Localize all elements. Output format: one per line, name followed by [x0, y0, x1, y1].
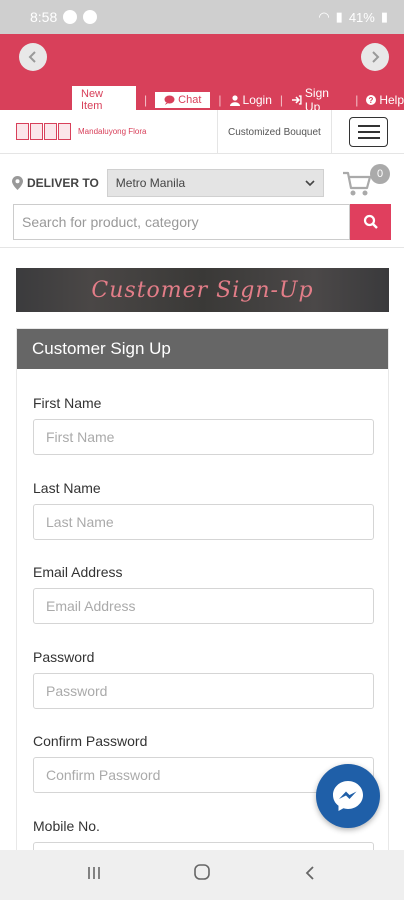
chevron-down-icon [305, 179, 315, 186]
search-bar: Search for product, category [13, 204, 391, 240]
help-link[interactable]: ? Help [366, 93, 404, 107]
logo-icon [16, 123, 72, 140]
prev-arrow-button[interactable] [19, 43, 47, 71]
home-icon [194, 864, 210, 880]
signal-icon: ▮ [335, 9, 343, 24]
password-input[interactable]: Password [33, 673, 374, 709]
sign-in-icon [292, 95, 302, 105]
logo-row: Mandaluyong Flora Customized Bouquet [0, 110, 404, 154]
recent-apps-icon [88, 866, 100, 879]
cart-icon [343, 171, 372, 196]
system-nav-bar [0, 850, 404, 900]
status-bar: 8:58 ◠ ▮ 41% ▮ [0, 0, 404, 34]
cart-button[interactable]: 0 [342, 164, 390, 198]
menu-line-icon [357, 125, 380, 127]
wifi-icon: ◠ [318, 9, 330, 24]
menu-line-icon [357, 131, 380, 133]
email-input[interactable]: Email Address [33, 588, 374, 624]
mobile-label: Mobile No. [33, 818, 100, 834]
email-label: Email Address [33, 564, 123, 580]
site-logo[interactable]: Mandaluyong Flora [16, 123, 146, 140]
messenger-chat-button[interactable] [316, 764, 380, 828]
menu-line-icon [357, 137, 380, 139]
chevron-right-icon [372, 51, 380, 63]
next-arrow-button[interactable] [361, 43, 389, 71]
first-name-label: First Name [33, 395, 102, 411]
banner-text: Customer Sign-Up [91, 277, 314, 303]
divider: | [218, 93, 222, 107]
recent-apps-button[interactable] [74, 864, 114, 887]
search-button[interactable] [350, 204, 391, 240]
password-field-group: Password Password [33, 649, 374, 709]
messenger-icon [333, 781, 363, 811]
back-button[interactable] [290, 864, 330, 887]
header-divider [0, 247, 404, 248]
svg-text:?: ? [369, 96, 374, 105]
location-select[interactable]: Metro Manila [106, 169, 324, 197]
deliver-to-label: DELIVER TO [27, 176, 99, 190]
last-name-label: Last Name [33, 480, 101, 496]
map-pin-icon [12, 176, 23, 190]
notification-icon [63, 10, 78, 24]
user-icon [229, 94, 240, 106]
back-icon [305, 865, 314, 880]
battery-icon: ▮ [380, 9, 388, 24]
divider: | [279, 93, 284, 107]
login-link[interactable]: Login [229, 93, 272, 107]
last-name-input[interactable]: Last Name [33, 504, 374, 540]
first-name-input[interactable]: First Name [33, 419, 374, 455]
cart-count-badge: 0 [370, 164, 390, 184]
question-icon: ? [366, 95, 377, 105]
divider: | [355, 93, 359, 107]
top-bar: New Item | Chat | Login | Sign Up | ? He… [0, 34, 404, 114]
deliver-to-row: DELIVER TO Metro Manila 0 [12, 164, 394, 200]
search-icon [363, 214, 378, 229]
confirm-password-label: Confirm Password [33, 733, 148, 749]
last-name-field-group: Last Name Last Name [33, 480, 374, 540]
search-input[interactable]: Search for product, category [13, 204, 350, 240]
login-label: Login [242, 93, 272, 107]
signup-banner: Customer Sign-Up [16, 268, 389, 312]
help-label: Help [379, 93, 404, 107]
divider: | [144, 93, 148, 107]
chat-link[interactable]: Chat [155, 92, 211, 108]
form-title: Customer Sign Up [17, 329, 388, 369]
first-name-field-group: First Name First Name [33, 395, 374, 455]
battery-level: 41% [348, 9, 375, 25]
location-selected: Metro Manila [115, 176, 186, 190]
app-notification-icon [83, 10, 98, 24]
customized-bouquet-link[interactable]: Customized Bouquet [217, 110, 332, 154]
chevron-left-icon [28, 51, 36, 63]
email-field-group: Email Address Email Address [33, 564, 374, 624]
hamburger-menu-button[interactable] [349, 117, 388, 147]
home-button[interactable] [182, 863, 222, 887]
password-label: Password [33, 649, 95, 665]
chat-label: Chat [178, 94, 202, 106]
logo-text: Mandaluyong Flora [78, 127, 147, 136]
status-time: 8:58 [30, 9, 58, 25]
chat-bubble-icon [164, 95, 175, 105]
